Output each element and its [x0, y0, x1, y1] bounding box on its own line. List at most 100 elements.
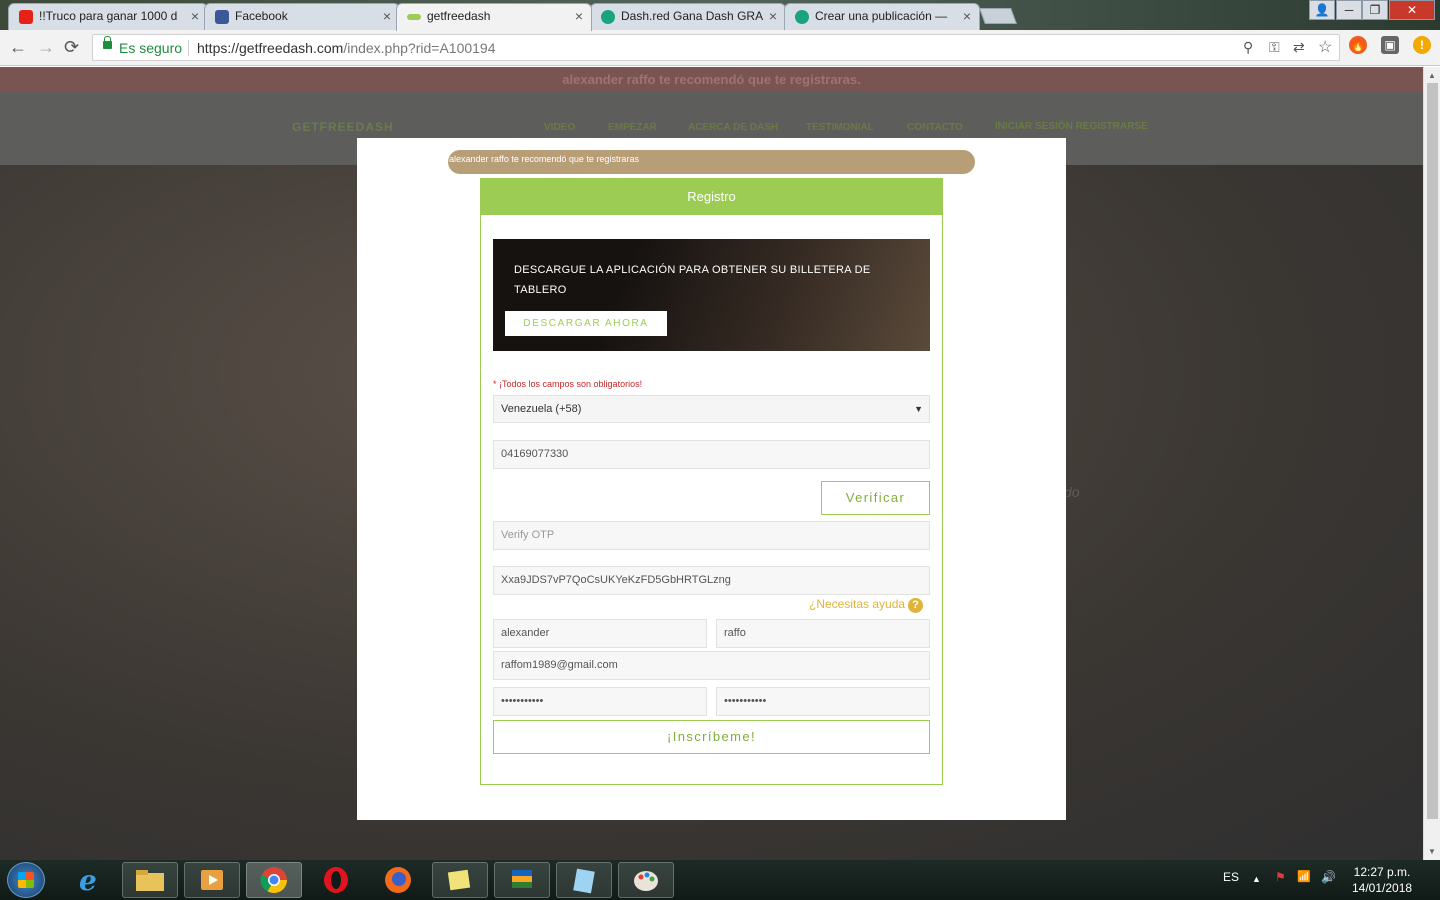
- key-icon[interactable]: ⚿: [1269, 39, 1280, 56]
- banner-text: DESCARGUE LA APLICACIÓN PARA OBTENER SU …: [514, 264, 871, 296]
- app-download-banner: DESCARGUE LA APLICACIÓN PARA OBTENER SU …: [493, 239, 930, 351]
- user-profile-button[interactable]: 👤: [1309, 0, 1335, 20]
- url-path: /index.php?rid=A100194: [343, 40, 496, 56]
- download-now-button[interactable]: DESCARGAR AHORA: [505, 311, 667, 336]
- maximize-button[interactable]: ❐: [1362, 0, 1388, 20]
- background-referral-bar: alexander raffo te recomendó que te regi…: [0, 67, 1423, 92]
- firefox-icon[interactable]: [370, 862, 426, 898]
- translate-icon[interactable]: ⇄: [1293, 39, 1305, 56]
- notepad-icon[interactable]: [556, 862, 612, 898]
- action-center-flag-icon[interactable]: ⚑: [1275, 870, 1286, 884]
- nav-contacto[interactable]: CONTACTO: [907, 122, 963, 133]
- minimize-button[interactable]: ─: [1336, 0, 1362, 20]
- bookmark-star-icon[interactable]: ☆: [1318, 37, 1332, 57]
- start-button[interactable]: [7, 862, 45, 898]
- close-window-button[interactable]: ✕: [1389, 0, 1435, 20]
- help-label: ¿Necesitas ayuda: [809, 597, 906, 611]
- required-fields-note: * ¡Todos los campos son obligatorios!: [493, 379, 643, 389]
- chrome-icon[interactable]: [246, 862, 302, 898]
- chevron-down-icon: ▼: [914, 404, 923, 414]
- bluestacks-glyph: [512, 870, 532, 888]
- dash-red-icon: [601, 10, 615, 24]
- password-field[interactable]: •••••••••••: [493, 687, 707, 716]
- language-indicator[interactable]: ES: [1223, 870, 1239, 884]
- last-name-field[interactable]: raffo: [716, 619, 930, 648]
- country-value: Venezuela (+58): [501, 403, 582, 415]
- media-player-icon[interactable]: [184, 862, 240, 898]
- confirm-password-field[interactable]: •••••••••••: [716, 687, 930, 716]
- tab-facebook[interactable]: Facebook ×: [204, 3, 400, 30]
- nav-acerca[interactable]: ACERCA DE DASH: [688, 122, 778, 133]
- tab-close-icon[interactable]: ×: [383, 8, 391, 24]
- bluestacks-icon[interactable]: [494, 862, 550, 898]
- nav-video[interactable]: VIDEO: [544, 122, 575, 133]
- country-select[interactable]: Venezuela (+58) ▼: [493, 395, 930, 423]
- tab-getfreedash[interactable]: getfreedash ×: [396, 3, 592, 31]
- opera-glyph: [324, 867, 348, 893]
- tab-crear-publicacion[interactable]: Crear una publicación — ×: [784, 3, 980, 30]
- tab-dash-red[interactable]: Dash.red Gana Dash GRA ×: [590, 3, 786, 30]
- verify-button[interactable]: Verificar: [821, 481, 930, 515]
- tab-close-icon[interactable]: ×: [191, 8, 199, 24]
- network-icon[interactable]: 📶: [1297, 870, 1311, 883]
- show-hidden-icons-icon[interactable]: ▲: [1252, 874, 1261, 884]
- folder-glyph: [136, 870, 164, 891]
- tab-title: !!Truco para ganar 1000 d: [39, 9, 178, 23]
- system-clock[interactable]: 12:27 p.m. 14/01/2018: [1352, 864, 1412, 896]
- tab-close-icon[interactable]: ×: [963, 8, 971, 24]
- paint-glyph: [634, 871, 658, 891]
- new-tab-button[interactable]: [979, 8, 1017, 24]
- address-bar[interactable]: Es seguro https://getfreedash.com/index.…: [92, 34, 1340, 61]
- zoom-icon[interactable]: ⚲: [1243, 39, 1253, 56]
- signup-button[interactable]: ¡Inscríbeme!: [493, 720, 930, 754]
- nav-testimonial[interactable]: TESTIMONIAL: [806, 122, 874, 133]
- youtube-icon: [19, 10, 33, 24]
- dash-red-icon: [795, 10, 809, 24]
- volume-icon[interactable]: 🔊: [1321, 870, 1336, 884]
- nav-login-register[interactable]: INICIAR SESIÓN REGISTRARSE: [995, 121, 1148, 132]
- scroll-thumb[interactable]: [1427, 83, 1438, 819]
- internet-explorer-icon[interactable]: e: [62, 862, 118, 898]
- card-title: Registro: [481, 179, 942, 215]
- email-field[interactable]: raffom1989@gmail.com: [493, 651, 930, 680]
- divider: [188, 40, 189, 56]
- tab-youtube[interactable]: !!Truco para ganar 1000 d ×: [8, 3, 208, 30]
- tab-title: Crear una publicación —: [815, 9, 948, 23]
- notepad-glyph: [573, 868, 595, 894]
- phone-field[interactable]: 04169077330: [493, 440, 930, 469]
- nav-empezar[interactable]: EMPEZAR: [608, 122, 657, 133]
- question-icon: ?: [908, 598, 924, 613]
- browser-tab-strip: !!Truco para ganar 1000 d × Facebook × g…: [0, 0, 1440, 31]
- notes-glyph: [447, 869, 471, 891]
- registration-card: Registro DESCARGUE LA APLICACIÓN PARA OB…: [480, 178, 943, 785]
- tab-close-icon[interactable]: ×: [575, 8, 583, 24]
- captcha-field[interactable]: Xxa9JDS7vP7QoCsUKYeKzFD5GbHRTGLzng: [493, 566, 930, 595]
- help-link[interactable]: ¿Necesitas ayuda?: [809, 597, 924, 613]
- background-logo: GETFREEDASH: [292, 120, 394, 134]
- forward-icon[interactable]: →: [37, 37, 55, 58]
- bag-extension-icon[interactable]: ▣: [1381, 36, 1399, 54]
- windows-logo-icon: [18, 872, 34, 888]
- tab-title: getfreedash: [427, 9, 491, 23]
- lock-icon: [103, 36, 112, 49]
- facebook-icon: [215, 10, 229, 24]
- scroll-up-icon[interactable]: ▲: [1428, 71, 1436, 80]
- alert-extension-icon[interactable]: !: [1413, 36, 1431, 54]
- paint-icon[interactable]: [618, 862, 674, 898]
- clock-date: 14/01/2018: [1352, 881, 1413, 895]
- sticky-notes-icon[interactable]: [432, 862, 488, 898]
- getfreedash-icon: [407, 14, 421, 20]
- page-scrollbar[interactable]: ▲ ▼: [1423, 67, 1440, 860]
- tab-close-icon[interactable]: ×: [769, 8, 777, 24]
- file-explorer-icon[interactable]: [122, 862, 178, 898]
- media-glyph: [201, 870, 223, 890]
- scroll-down-icon[interactable]: ▼: [1428, 847, 1436, 856]
- fire-extension-icon[interactable]: 🔥: [1349, 36, 1367, 54]
- reload-icon[interactable]: ⟳: [64, 37, 79, 58]
- back-icon[interactable]: ←: [9, 37, 27, 58]
- first-name-field[interactable]: alexander: [493, 619, 707, 648]
- otp-field[interactable]: Verify OTP: [493, 521, 930, 550]
- opera-icon[interactable]: [308, 862, 364, 898]
- tab-title: Dash.red Gana Dash GRA: [621, 9, 764, 23]
- url-text[interactable]: https://getfreedash.com/index.php?rid=A1…: [197, 40, 496, 56]
